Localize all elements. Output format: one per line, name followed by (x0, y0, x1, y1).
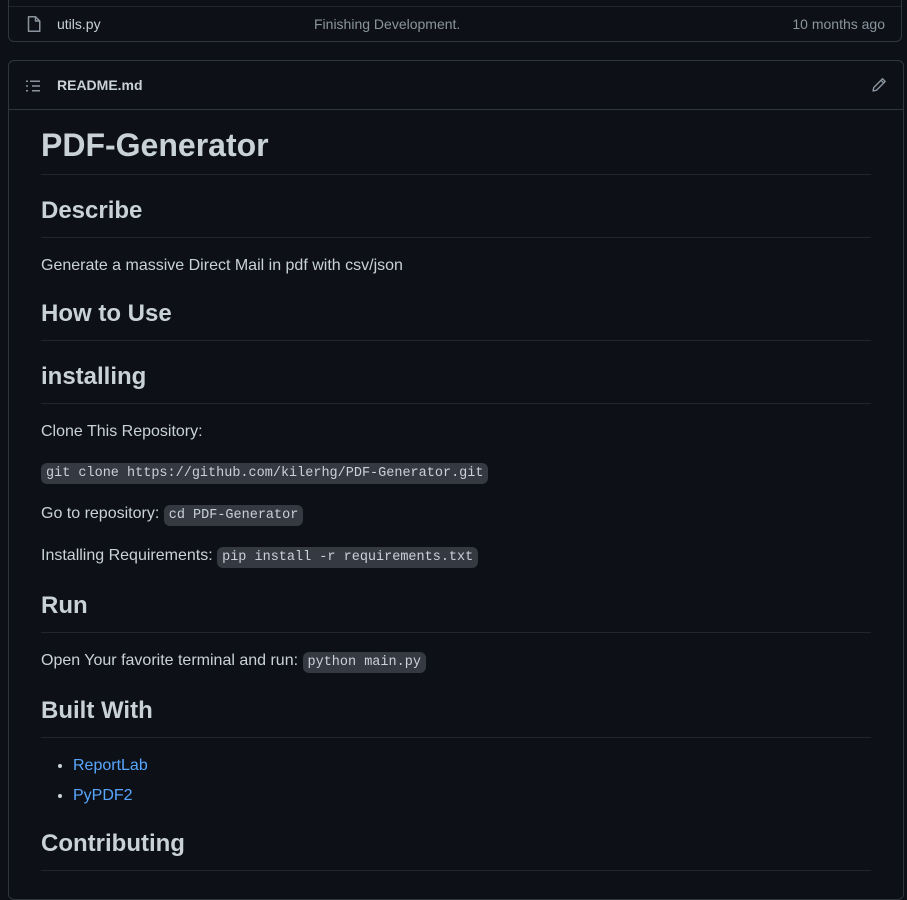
requirements-paragraph: Installing Requirements: pip install -r … (41, 544, 871, 570)
readme-header: README.md (9, 61, 903, 110)
file-list: utils.py Finishing Development. 10 month… (8, 0, 902, 42)
file-row[interactable]: utils.py Finishing Development. 10 month… (9, 6, 901, 43)
file-name[interactable]: utils.py (57, 16, 101, 32)
requirements-text: Installing Requirements: (41, 547, 218, 564)
requirements-code: pip install -r requirements.txt (217, 547, 479, 568)
list-item: PyPDF2 (73, 784, 871, 808)
goto-text: Go to repository: (41, 505, 164, 522)
goto-code: cd PDF-Generator (163, 505, 304, 526)
goto-paragraph: Go to repository: cd PDF-Generator (41, 502, 871, 528)
run-text: Open Your favorite terminal and run: (41, 652, 303, 669)
commit-message[interactable]: Finishing Development. (314, 16, 460, 32)
heading-contributing: Contributing (41, 808, 871, 871)
heading-describe: Describe (41, 175, 871, 238)
heading-how-to-use: How to Use (41, 278, 871, 341)
readme-content: PDF-Generator Describe Generate a massiv… (41, 110, 871, 871)
readme-filename[interactable]: README.md (57, 77, 143, 93)
file-icon (27, 16, 41, 32)
heading-run: Run (41, 570, 871, 633)
readme-panel: README.md PDF-Generator Describe Generat… (8, 60, 904, 900)
link-pypdf2[interactable]: PyPDF2 (73, 787, 133, 804)
heading-built-with: Built With (41, 675, 871, 738)
heading-installing: installing (41, 341, 871, 404)
table-of-contents-icon[interactable] (25, 78, 41, 94)
clone-text: Clone This Repository: (41, 423, 203, 440)
clone-code: git clone https://github.com/kilerhg/PDF… (41, 463, 489, 484)
clone-paragraph: git clone https://github.com/kilerhg/PDF… (41, 460, 871, 486)
run-code: python main.py (302, 652, 426, 673)
built-with-list: ReportLab PyPDF2 (41, 754, 871, 808)
link-reportlab[interactable]: ReportLab (73, 757, 148, 774)
pencil-icon[interactable] (871, 77, 887, 93)
run-paragraph: Open Your favorite terminal and run: pyt… (41, 649, 871, 675)
describe-text: Generate a massive Direct Mail in pdf wi… (41, 257, 403, 274)
commit-age: 10 months ago (792, 16, 885, 32)
page-title: PDF-Generator (41, 110, 871, 175)
list-item: ReportLab (73, 754, 871, 778)
